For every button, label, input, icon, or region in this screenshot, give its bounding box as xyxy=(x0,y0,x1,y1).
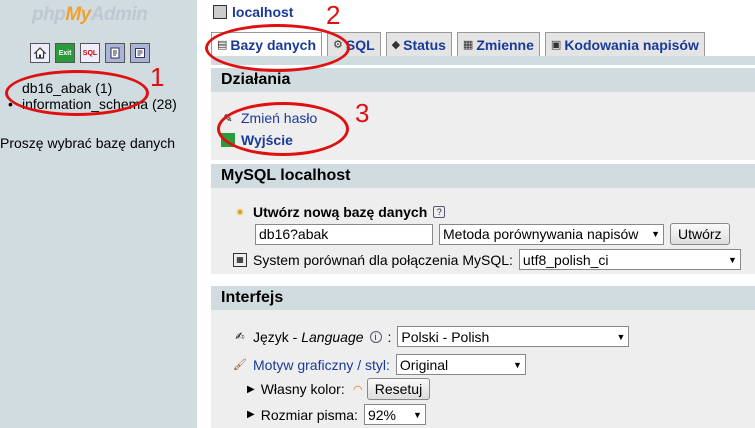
annotation-number-1: 1 xyxy=(150,62,165,92)
theme-link[interactable]: Motyw graficzny / styl: xyxy=(253,357,390,373)
quick-icons: Exit SQL xyxy=(30,43,150,63)
help-icon[interactable]: ? xyxy=(433,206,446,218)
font-size-select[interactable]: 92% ▼ xyxy=(363,404,426,425)
create-db-form: db16?abak Metoda porównywania napisów ▼ U… xyxy=(255,223,730,245)
new-database-icon: ✷ xyxy=(235,206,245,219)
custom-color-label: Własny kolor: xyxy=(260,381,345,397)
font-size-row: ▶ Rozmiar pisma: 92% ▼ xyxy=(247,404,426,425)
annotation-number-2: 2 xyxy=(326,0,341,30)
info-icon[interactable]: i xyxy=(369,330,382,343)
collation-select-value: Metoda porównywania napisów xyxy=(443,226,639,242)
theme-row: 🖌 Motyw graficzny / styl: Original ▼ xyxy=(233,354,526,375)
server-name: localhost xyxy=(232,4,294,20)
language-select-value: Polski - Polish xyxy=(401,328,490,345)
create-db-row: ✷ Utwórz nową bazę danych ? xyxy=(233,204,446,220)
docs-icon[interactable] xyxy=(130,43,150,63)
connection-collation-value: utf8_polish_ci xyxy=(522,251,609,268)
expand-arrow-icon[interactable]: ▶ xyxy=(247,384,255,395)
language-row: ✍ Język - Language i : Polski - Polish ▼ xyxy=(233,326,630,347)
server-icon xyxy=(213,5,227,19)
status-icon: ◆ xyxy=(391,39,401,51)
interface-heading: Interfejs xyxy=(211,286,755,310)
tab-label: Kodowania napisów xyxy=(564,36,699,53)
create-db-label: Utwórz nową bazę danych xyxy=(253,204,428,220)
charset-icon: ▦ xyxy=(233,252,247,267)
interface-body: ✍ Język - Language i : Polski - Polish ▼ … xyxy=(211,310,755,428)
font-size-label: Rozmiar pisma: xyxy=(260,406,358,423)
tab-status[interactable]: ◆ Status xyxy=(385,32,452,56)
sql-icon[interactable]: SQL xyxy=(80,43,100,63)
colon: : xyxy=(387,328,392,345)
chevron-down-icon: ▼ xyxy=(651,229,660,239)
connection-collation-select[interactable]: utf8_polish_ci ▼ xyxy=(518,249,741,270)
logo-php: php xyxy=(32,4,66,25)
chevron-down-icon: ▼ xyxy=(513,359,522,370)
choose-database-text: Proszę wybrać bazę danych xyxy=(0,135,176,151)
exit-icon[interactable]: Exit xyxy=(55,43,75,63)
tab-label: Status xyxy=(403,36,446,53)
logo-admin: Admin xyxy=(90,4,148,25)
rainbow-icon[interactable]: ◠ xyxy=(351,382,365,396)
theme-select-value: Original xyxy=(399,356,449,373)
mysql-heading: MySQL localhost xyxy=(211,164,755,188)
language-icon: ✍ xyxy=(235,331,245,343)
mysql-body: ✷ Utwórz nową bazę danych ? db16?abak Me… xyxy=(211,188,755,274)
annotation-oval-3 xyxy=(217,102,349,156)
home-icon[interactable] xyxy=(30,43,50,63)
navigation-frame: phpMyAdmin Exit SQL db16_abak (1) inform… xyxy=(0,0,197,428)
paintbrush-icon: 🖌 xyxy=(233,359,247,371)
server-breadcrumb[interactable]: localhost xyxy=(213,4,293,20)
chevron-down-icon: ▼ xyxy=(616,331,626,342)
language-select[interactable]: Polski - Polish ▼ xyxy=(397,326,630,347)
database-name-input[interactable]: db16?abak xyxy=(255,223,433,245)
tab-label: Zmienne xyxy=(476,36,534,53)
collation-select[interactable]: Metoda porównywania napisów ▼ xyxy=(439,223,664,245)
query-window-icon[interactable] xyxy=(105,43,125,63)
create-database-button[interactable]: Utwórz xyxy=(670,223,730,245)
phpmyadmin-logo[interactable]: phpMyAdmin xyxy=(32,4,148,26)
actions-heading: Działania xyxy=(211,68,755,92)
tab-variables[interactable]: ▦ Zmienne xyxy=(456,32,540,56)
language-label-prefix: Język - xyxy=(253,328,302,345)
logo-my: My xyxy=(65,4,91,25)
annotation-number-3: 3 xyxy=(355,98,370,128)
connection-collation-row: ▦ System porównań dla połączenia MySQL: … xyxy=(233,249,741,270)
annotation-oval-2 xyxy=(205,24,350,72)
connection-collation-label: System porównań dla połączenia MySQL: xyxy=(253,251,513,268)
charsets-icon: ▣ xyxy=(550,39,562,51)
reset-button[interactable]: Resetuj xyxy=(366,378,431,400)
chevron-down-icon: ▼ xyxy=(728,254,737,265)
tab-label: SQL xyxy=(345,36,375,53)
language-label: Język - Language xyxy=(253,329,364,345)
tab-charsets[interactable]: ▣ Kodowania napisów xyxy=(544,32,705,56)
language-label-italic: Language xyxy=(301,328,364,345)
annotation-oval-1 xyxy=(5,70,149,116)
variables-icon: ▦ xyxy=(462,39,474,51)
expand-arrow-icon[interactable]: ▶ xyxy=(247,409,255,420)
custom-color-row: ▶ Własny kolor: ◠ Resetuj xyxy=(247,378,431,400)
theme-select[interactable]: Original ▼ xyxy=(395,354,526,375)
font-size-select-value: 92% xyxy=(367,406,396,423)
chevron-down-icon: ▼ xyxy=(413,409,422,420)
